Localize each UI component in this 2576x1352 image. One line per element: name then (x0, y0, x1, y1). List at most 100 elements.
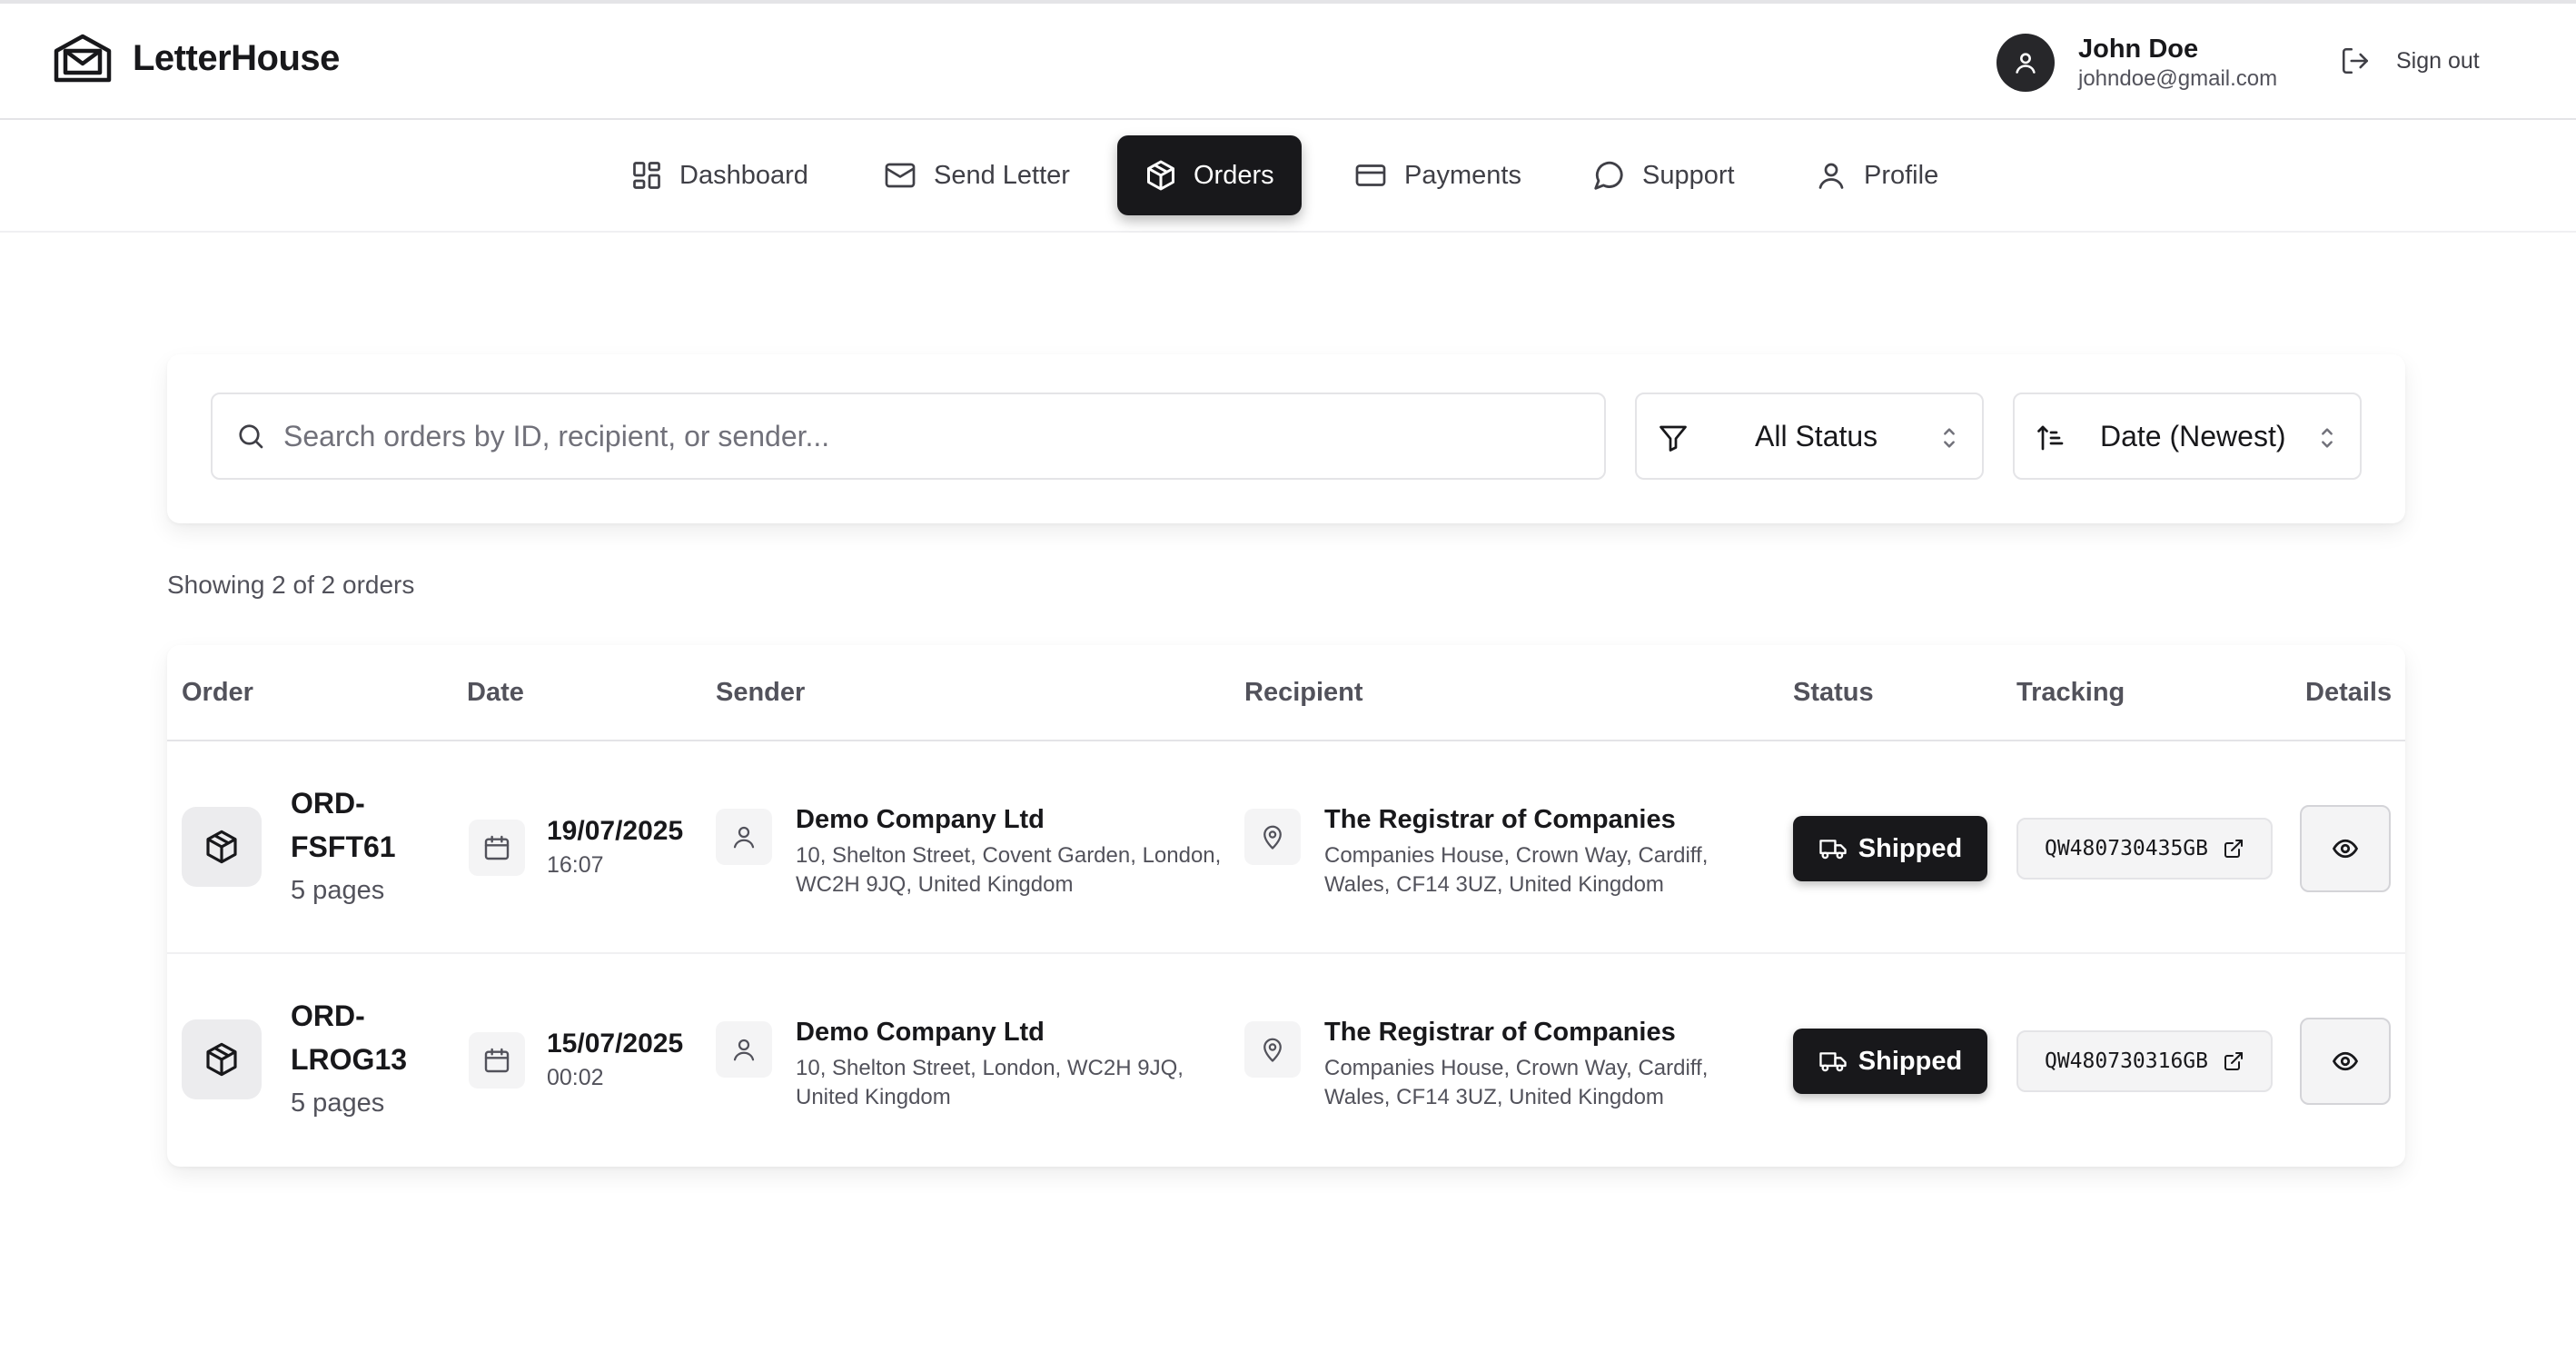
order-package-badge (182, 1019, 262, 1099)
status-badge: Shipped (1793, 816, 1987, 881)
results-count: Showing 2 of 2 orders (167, 571, 415, 599)
order-pages: 5 pages (291, 876, 385, 905)
tab-send-letter[interactable]: Send Letter (856, 135, 1097, 215)
recipient-badge (1244, 1021, 1301, 1078)
map-pin-icon (1259, 1036, 1286, 1063)
status-filter-value: All Status (1755, 420, 1878, 452)
user-icon (1815, 159, 1848, 192)
orders-table: Order Date Sender Recipient Status Track… (167, 645, 2405, 1167)
tab-profile-label: Profile (1864, 160, 1939, 190)
calendar-icon (482, 833, 511, 862)
column-header-status: Status (1793, 678, 1874, 707)
tab-orders[interactable]: Orders (1117, 135, 1302, 215)
order-time: 00:02 (547, 1065, 604, 1090)
app-header: LetterHouse John Doe johndoe@gmail.com S… (0, 4, 2576, 120)
avatar[interactable] (1996, 34, 2055, 92)
chevron-up-down-icon (2318, 425, 2336, 451)
user-text: John Doe johndoe@gmail.com (2078, 33, 2277, 93)
column-header-recipient: Recipient (1244, 678, 1363, 707)
order-id: FSFT61 (291, 830, 396, 863)
order-date: 19/07/2025 (547, 816, 684, 846)
chat-bubble-icon (1591, 158, 1626, 193)
table-row[interactable]: ORD- LROG13 5 pages 15/07/2025 00:02 Dem… (167, 954, 2405, 1167)
search-box[interactable] (211, 393, 1606, 480)
brand-logo[interactable]: LetterHouse (53, 33, 340, 84)
recipient-name: The Registrar of Companies (1324, 1018, 1676, 1047)
status-filter-select[interactable]: All Status (1635, 393, 1984, 480)
sender-badge (716, 809, 772, 865)
order-date: 15/07/2025 (547, 1029, 684, 1059)
table-row[interactable]: ORD- FSFT61 5 pages 19/07/2025 16:07 Dem… (167, 741, 2405, 954)
tab-profile[interactable]: Profile (1788, 135, 1966, 215)
date-badge (469, 1032, 525, 1089)
status-label: Shipped (1858, 833, 1963, 863)
truck-icon (1818, 1049, 1848, 1074)
tab-payments[interactable]: Payments (1326, 135, 1549, 215)
truck-icon (1818, 836, 1848, 861)
package-icon (1144, 159, 1177, 192)
logout-icon (2340, 45, 2371, 76)
filter-bar: All Status Date (Newest) (167, 354, 2405, 523)
user-name: John Doe (2078, 35, 2199, 64)
dashboard-grid-icon (630, 159, 663, 192)
column-header-sender: Sender (716, 678, 806, 707)
recipient-badge (1244, 809, 1301, 865)
tab-dashboard[interactable]: Dashboard (603, 135, 836, 215)
recipient-address: Companies House, Crown Way, Cardiff, Wal… (1324, 1056, 1709, 1109)
order-id: LROG13 (291, 1043, 408, 1076)
column-header-date: Date (467, 678, 524, 707)
view-details-button[interactable] (2300, 1018, 2391, 1105)
calendar-icon (482, 1046, 511, 1075)
column-header-details: Details (2305, 678, 2393, 707)
date-badge (469, 820, 525, 876)
search-icon (234, 420, 267, 452)
user-info[interactable]: John Doe johndoe@gmail.com (1996, 33, 2277, 93)
status-label: Shipped (1858, 1046, 1963, 1076)
sort-value: Date (Newest) (2100, 420, 2286, 452)
sort-ascending-icon (2035, 422, 2067, 454)
map-pin-icon (1259, 823, 1286, 850)
credit-card-icon (1353, 159, 1388, 192)
tracking-link[interactable]: QW480730316GB (2016, 1030, 2273, 1092)
column-header-order: Order (182, 678, 253, 707)
order-package-badge (182, 807, 262, 887)
recipient-name: The Registrar of Companies (1324, 805, 1676, 834)
eye-icon (2332, 835, 2359, 862)
view-details-button[interactable] (2300, 805, 2391, 892)
user-icon (730, 823, 758, 850)
tab-payments-label: Payments (1404, 160, 1521, 190)
user-email: johndoe@gmail.com (2078, 66, 2278, 91)
tracking-number: QW480730316GB (2044, 1049, 2208, 1073)
search-input[interactable] (283, 394, 1582, 478)
user-avatar-icon (2013, 50, 2038, 75)
tab-orders-label: Orders (1194, 160, 1274, 190)
sender-name: Demo Company Ltd (796, 1018, 1045, 1047)
order-time: 16:07 (547, 852, 604, 878)
brand-name: LetterHouse (133, 37, 340, 78)
sign-out-label: Sign out (2396, 47, 2480, 74)
tab-support-label: Support (1642, 160, 1735, 190)
external-link-icon (2223, 1050, 2244, 1072)
sort-select[interactable]: Date (Newest) (2013, 393, 2362, 480)
tab-support[interactable]: Support (1564, 135, 1762, 215)
status-badge: Shipped (1793, 1029, 1987, 1094)
eye-icon (2332, 1048, 2359, 1075)
tab-dashboard-label: Dashboard (679, 160, 808, 190)
user-icon (730, 1036, 758, 1063)
tracking-number: QW480730435GB (2044, 837, 2208, 860)
chevron-up-down-icon (1940, 425, 1958, 451)
package-icon (203, 1041, 240, 1078)
order-id-prefix: ORD- (291, 999, 365, 1032)
external-link-icon (2223, 838, 2244, 860)
package-icon (203, 829, 240, 865)
order-id-prefix: ORD- (291, 787, 365, 820)
mail-icon (883, 159, 917, 192)
tab-send-letter-label: Send Letter (934, 160, 1070, 190)
sender-name: Demo Company Ltd (796, 805, 1045, 834)
tracking-link[interactable]: QW480730435GB (2016, 818, 2273, 880)
filter-funnel-icon (1657, 422, 1689, 454)
sender-badge (716, 1021, 772, 1078)
recipient-address: Companies House, Crown Way, Cardiff, Wal… (1324, 843, 1709, 897)
sender-address: 10, Shelton Street, Covent Garden, Londo… (796, 843, 1222, 897)
sign-out-button[interactable]: Sign out (2340, 45, 2480, 76)
